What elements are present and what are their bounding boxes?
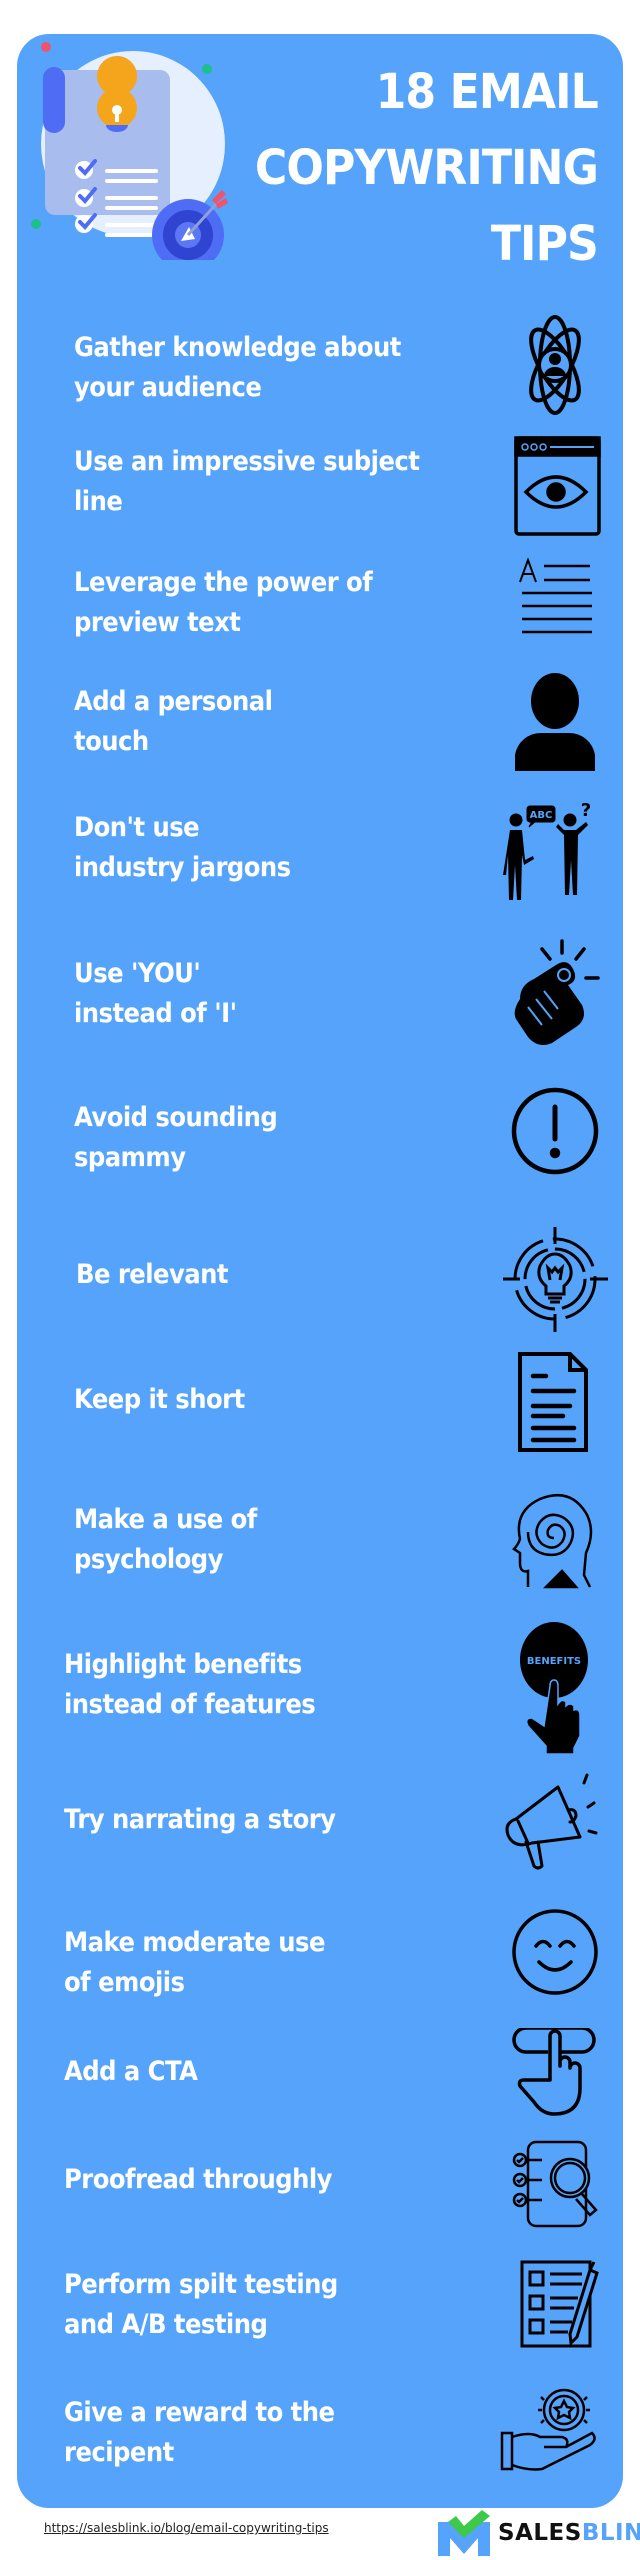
tip-line: Use an impressive subject bbox=[74, 446, 420, 477]
smiley-icon bbox=[498, 1907, 608, 1997]
page-title: 18 EMAIL COPYWRITING TIPS bbox=[254, 54, 599, 282]
atom-person-icon bbox=[498, 310, 608, 420]
tip-text: Add a CTA bbox=[64, 2052, 198, 2092]
title-line: 18 EMAIL bbox=[375, 64, 599, 120]
header: 18 EMAIL COPYWRITING TIPS bbox=[0, 0, 640, 290]
tip-text: Use 'YOU' instead of 'I' bbox=[74, 954, 237, 1034]
tip-line: Keep it short bbox=[74, 1384, 245, 1415]
tip-line: Highlight benefits bbox=[64, 1649, 302, 1680]
tip-text: Perform spilt testing and A/B testing bbox=[64, 2265, 338, 2345]
tip-line: psychology bbox=[74, 1544, 224, 1575]
tip-text: Give a reward to the recipent bbox=[64, 2393, 335, 2473]
tip-line: Leverage the power of bbox=[74, 567, 373, 598]
tip-line: instead of 'I' bbox=[74, 998, 237, 1029]
document-icon bbox=[498, 1350, 608, 1455]
tip-text: Add a personal touch bbox=[74, 682, 273, 762]
checklist-illustration-icon bbox=[31, 42, 228, 260]
tip-text: Be relevant bbox=[76, 1255, 228, 1295]
tip-text: Try narrating a story bbox=[64, 1800, 336, 1840]
text-lines-icon bbox=[498, 558, 608, 638]
brand-name-blink: BLINK bbox=[581, 2520, 640, 2546]
tip-line: Try narrating a story bbox=[64, 1804, 336, 1835]
tip-text: Keep it short bbox=[74, 1380, 245, 1420]
tip-line: line bbox=[74, 486, 123, 517]
tip-line: Add a CTA bbox=[64, 2056, 198, 2087]
tip-text: Use an impressive subject line bbox=[74, 442, 420, 522]
tip-line: Proofread throughly bbox=[64, 2164, 333, 2195]
title-line: TIPS bbox=[490, 216, 599, 272]
source-link[interactable]: https://salesblink.io/blog/email-copywri… bbox=[44, 2521, 329, 2535]
hand-reward-icon bbox=[498, 2385, 608, 2480]
tip-line: Make moderate use bbox=[64, 1927, 325, 1958]
tip-line: your audience bbox=[74, 372, 262, 403]
brand-name: SALESBLINK bbox=[498, 2520, 640, 2546]
tip-line: touch bbox=[74, 726, 149, 757]
tip-line: Use 'YOU' bbox=[74, 958, 201, 989]
tip-text: Avoid sounding spammy bbox=[74, 1098, 278, 1178]
megaphone-icon bbox=[498, 1765, 608, 1875]
tip-line: instead of features bbox=[64, 1689, 316, 1720]
tip-text: Proofread throughly bbox=[64, 2160, 333, 2200]
benefits-badge-text: BENEFITS bbox=[527, 1656, 581, 1667]
people-talking-icon: ABC ? bbox=[498, 802, 608, 902]
tip-line: industry jargons bbox=[74, 852, 291, 883]
brand-name-sales: SALES bbox=[498, 2520, 582, 2546]
salesblink-logo-icon bbox=[438, 2510, 490, 2556]
jargon-badge-text: ABC bbox=[530, 810, 553, 821]
benefits-button-icon: BENEFITS bbox=[498, 1620, 608, 1755]
tip-line: Make a use of bbox=[74, 1504, 257, 1535]
tip-line: Avoid sounding bbox=[74, 1102, 278, 1133]
question-mark-text: ? bbox=[581, 802, 591, 821]
tip-line: recipent bbox=[64, 2437, 174, 2468]
tip-line: and A/B testing bbox=[64, 2309, 268, 2340]
tip-line: Add a personal bbox=[74, 686, 273, 717]
browser-eye-icon bbox=[498, 432, 608, 542]
tip-line: Gather knowledge about bbox=[74, 332, 401, 363]
tip-line: Perform spilt testing bbox=[64, 2269, 338, 2300]
form-pen-icon bbox=[498, 2258, 608, 2353]
tip-line: Don't use bbox=[74, 812, 200, 843]
tip-line: spammy bbox=[74, 1142, 186, 1173]
exclamation-circle-icon bbox=[498, 1083, 608, 1183]
user-icon bbox=[498, 668, 608, 778]
click-button-icon bbox=[498, 2028, 608, 2118]
tip-text: Gather knowledge about your audience bbox=[74, 328, 401, 408]
tip-text: Highlight benefits instead of features bbox=[64, 1645, 316, 1725]
tip-line: preview text bbox=[74, 607, 241, 638]
checklist-magnifier-icon bbox=[498, 2138, 608, 2228]
title-line: COPYWRITING bbox=[254, 140, 599, 196]
head-spiral-icon bbox=[498, 1480, 608, 1595]
tip-text: Make a use of psychology bbox=[74, 1500, 257, 1580]
tip-line: of emojis bbox=[64, 1967, 185, 1998]
tip-line: Give a reward to the bbox=[64, 2397, 335, 2428]
tip-text: Make moderate use of emojis bbox=[64, 1923, 325, 2003]
tip-line: Be relevant bbox=[76, 1259, 228, 1290]
tip-text: Leverage the power of preview text bbox=[74, 563, 373, 643]
pointing-hand-icon bbox=[498, 935, 608, 1045]
tip-text: Don't use industry jargons bbox=[74, 808, 291, 888]
lightbulb-target-icon bbox=[498, 1222, 608, 1337]
